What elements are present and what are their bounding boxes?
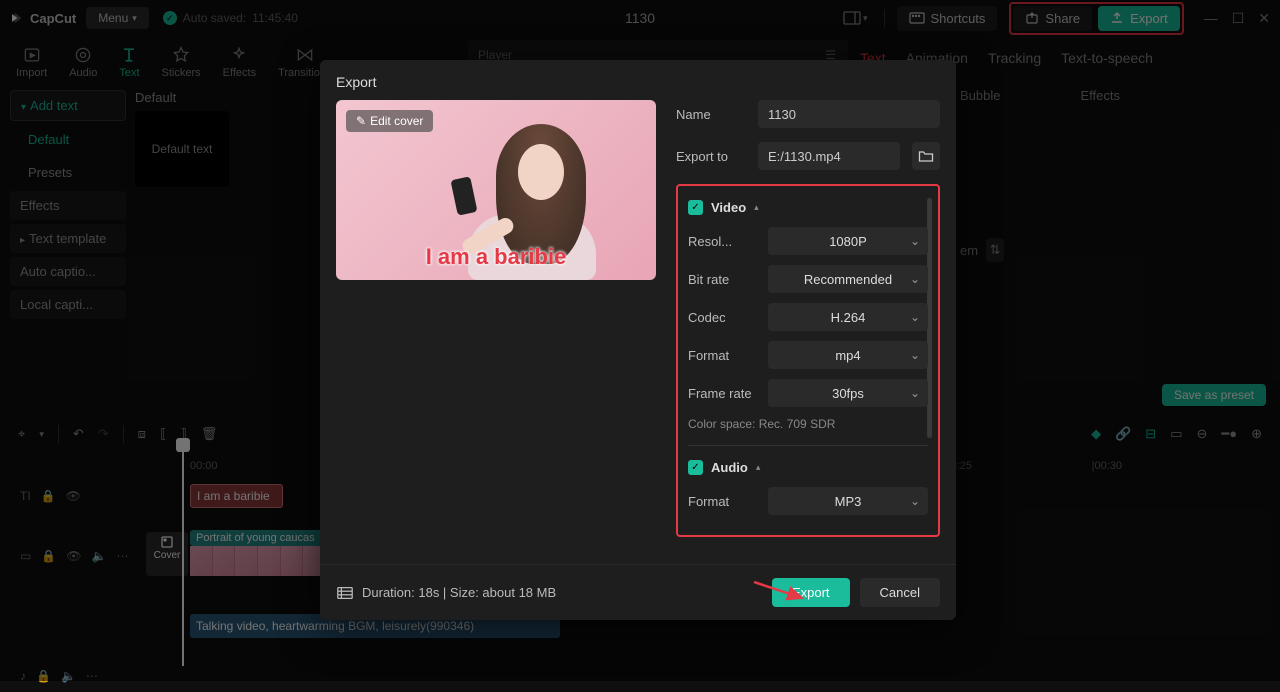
export-to-input[interactable]: E:/1130.mp4 xyxy=(758,142,900,170)
modal-title: Export xyxy=(320,60,956,100)
pencil-icon: ✎ xyxy=(356,114,366,128)
export-to-label: Export to xyxy=(676,149,746,164)
video-checkbox[interactable]: ✓ xyxy=(688,200,703,215)
audio-checkbox[interactable]: ✓ xyxy=(688,460,703,475)
resolution-dropdown[interactable]: 1080P xyxy=(768,227,928,255)
framerate-dropdown[interactable]: 30fps xyxy=(768,379,928,407)
bitrate-dropdown[interactable]: Recommended xyxy=(768,265,928,293)
audio-format-label: Format xyxy=(688,494,756,509)
modal-export-button[interactable]: Export xyxy=(772,578,850,607)
codec-dropdown[interactable]: H.264 xyxy=(768,303,928,331)
name-label: Name xyxy=(676,107,746,122)
caret-up-icon[interactable]: ▴ xyxy=(756,462,761,473)
modal-cancel-button[interactable]: Cancel xyxy=(860,578,940,607)
video-audio-settings-highlight: ✓ Video ▴ Resol... 1080P Bit rate Recomm… xyxy=(676,184,940,537)
framerate-label: Frame rate xyxy=(688,386,756,401)
format-label: Format xyxy=(688,348,756,363)
video-section-label: Video xyxy=(711,200,746,215)
resolution-label: Resol... xyxy=(688,234,756,249)
codec-label: Codec xyxy=(688,310,756,325)
export-modal: Export ✎ Edit cover I am a baribie xyxy=(320,60,956,620)
audio-section-label: Audio xyxy=(711,460,748,475)
colorspace-info: Color space: Rec. 709 SDR xyxy=(688,417,928,431)
browse-folder-button[interactable] xyxy=(912,142,940,170)
bitrate-label: Bit rate xyxy=(688,272,756,287)
format-dropdown[interactable]: mp4 xyxy=(768,341,928,369)
export-info: Duration: 18s | Size: about 18 MB xyxy=(336,584,556,602)
edit-cover-button[interactable]: ✎ Edit cover xyxy=(346,110,433,132)
audio-format-dropdown[interactable]: MP3 xyxy=(768,487,928,515)
preview-caption: I am a baribie xyxy=(426,244,567,270)
export-preview: ✎ Edit cover I am a baribie xyxy=(336,100,656,280)
caret-up-icon[interactable]: ▴ xyxy=(754,202,759,213)
name-input[interactable]: 1130 xyxy=(758,100,940,128)
